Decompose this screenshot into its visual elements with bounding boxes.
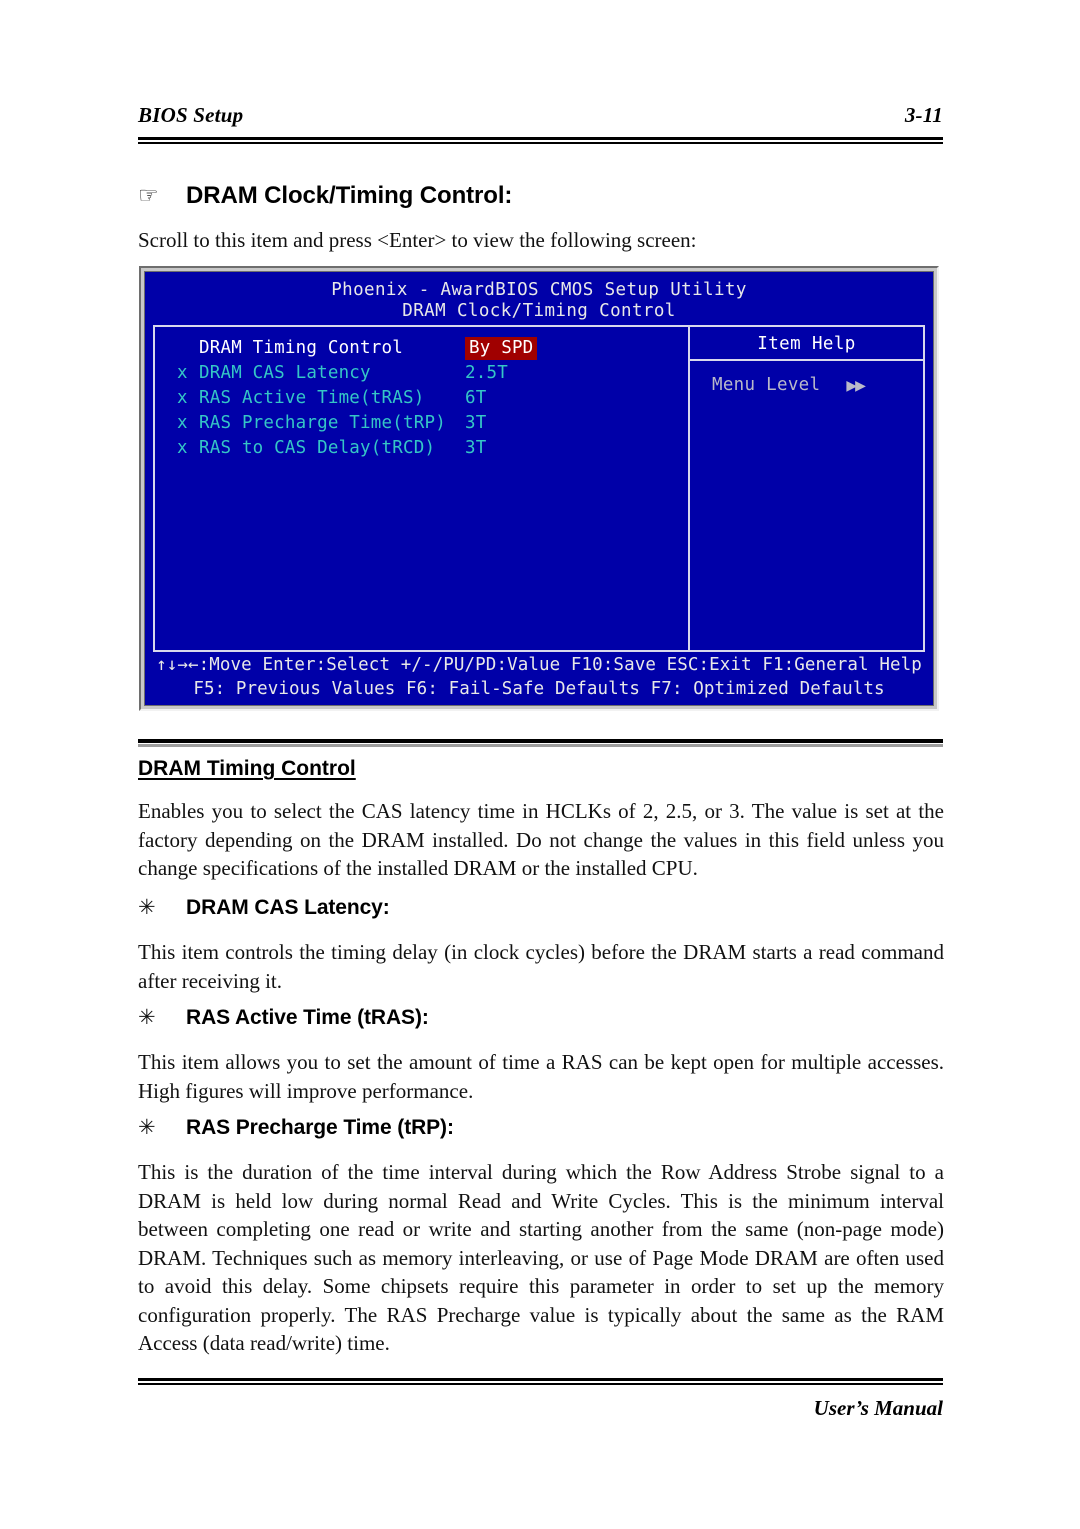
item-help-title: Item Help — [690, 327, 923, 361]
figure-separator-rule — [138, 739, 943, 747]
manual-page: BIOS Setup 3-11 ☞ DRAM Clock/Timing Cont… — [0, 0, 1080, 1529]
header-rule — [138, 137, 943, 144]
bios-row-label: RAS to CAS Delay(tRCD) — [199, 438, 436, 458]
bios-screenshot-figure: Phoenix - AwardBIOS CMOS Setup Utility D… — [139, 266, 939, 711]
bios-row[interactable]: x DRAM CAS Latency 2.5T — [177, 361, 688, 386]
bios-row-value-wrap[interactable]: By SPD — [465, 336, 538, 361]
subsection-heading-dram-cas-latency: ✳ DRAM CAS Latency: — [138, 896, 948, 920]
bios-row[interactable]: x RAS Precharge Time(tRP) 3T — [177, 411, 688, 436]
pointing-hand-icon: ☞ — [138, 183, 159, 209]
bios-item-help-panel: Item Help Menu Level ▶▶ — [690, 327, 923, 650]
running-head: BIOS Setup 3-11 — [138, 103, 943, 137]
subsection-heading-ras-active-time: ✳ RAS Active Time (tRAS): — [138, 1006, 948, 1030]
bios-row-label: DRAM Timing Control — [199, 338, 403, 358]
bios-row-label: DRAM CAS Latency — [199, 363, 371, 383]
bios-row-value: 2.5T — [465, 363, 508, 383]
page-number: 3-11 — [904, 103, 943, 127]
subsection-heading-label: DRAM CAS Latency: — [186, 896, 390, 919]
star-bullet-icon: ✳ — [138, 895, 156, 919]
bios-body-frame: DRAM Timing Control By SPD x DRAM CAS Lat… — [153, 325, 925, 652]
section-heading: ☞ DRAM Clock/Timing Control: — [138, 182, 948, 210]
bios-row[interactable]: x RAS Active Time(tRAS) 6T — [177, 386, 688, 411]
bios-row-label: RAS Precharge Time(tRP) — [199, 413, 446, 433]
section-intro-text: Scroll to this item and press <Enter> to… — [138, 228, 697, 252]
subsection-heading-label: RAS Active Time (tRAS): — [186, 1006, 429, 1029]
star-bullet-icon: ✳ — [138, 1005, 156, 1029]
subsection-heading-label: RAS Precharge Time (tRP): — [186, 1116, 454, 1139]
menu-level-label: Menu Level — [712, 375, 821, 395]
bios-row-mark: x — [177, 388, 188, 408]
bios-settings-list: DRAM Timing Control By SPD x DRAM CAS Lat… — [155, 327, 688, 650]
double-right-arrow-icon: ▶▶ — [846, 378, 865, 394]
bios-title: Phoenix - AwardBIOS CMOS Setup Utility — [331, 280, 747, 300]
subsection-text-ras-precharge-time: This is the duration of the time interva… — [138, 1160, 944, 1355]
bios-key-help-line-1: ↑↓→←:Move Enter:Select +/-/PU/PD:Value F… — [156, 655, 922, 675]
bios-row-mark: x — [177, 363, 188, 383]
menu-level-row: Menu Level ▶▶ — [712, 375, 866, 395]
running-head-title: BIOS Setup — [138, 103, 244, 127]
subsection-text-dram-cas-latency: This item controls the timing delay (in … — [138, 940, 944, 993]
subsection-text-ras-active-time: This item allows you to set the amount o… — [138, 1050, 944, 1103]
section-heading-label: DRAM Clock/Timing Control: — [186, 182, 513, 209]
bios-row-value: 3T — [465, 413, 487, 433]
bios-subtitle: DRAM Clock/Timing Control — [402, 301, 676, 321]
subsection-title-dram-timing-control: DRAM Timing Control — [138, 757, 356, 780]
bios-key-help: ↑↓→←:Move Enter:Select +/-/PU/PD:Value F… — [153, 653, 925, 701]
bios-row-value: 6T — [465, 388, 487, 408]
subsection-heading-ras-precharge-time: ✳ RAS Precharge Time (tRP): — [138, 1116, 948, 1140]
bios-row-label: RAS Active Time(tRAS) — [199, 388, 425, 408]
bios-row-value: 3T — [465, 438, 487, 458]
bios-row-mark: x — [177, 438, 188, 458]
bios-row-mark: x — [177, 413, 188, 433]
bios-key-help-line-2: F5: Previous Values F6: Fail-Safe Defaul… — [193, 679, 885, 699]
bios-row[interactable]: x RAS to CAS Delay(tRCD) 3T — [177, 436, 688, 461]
subsection-text-dram-timing-control: Enables you to select the CAS latency ti… — [138, 799, 944, 880]
footer-rule — [138, 1378, 943, 1385]
footer-label: User’s Manual — [813, 1396, 943, 1420]
bios-row[interactable]: DRAM Timing Control By SPD — [177, 336, 688, 361]
bios-row-value[interactable]: By SPD — [465, 337, 538, 360]
bios-screen: Phoenix - AwardBIOS CMOS Setup Utility D… — [144, 271, 934, 706]
star-bullet-icon: ✳ — [138, 1115, 156, 1139]
